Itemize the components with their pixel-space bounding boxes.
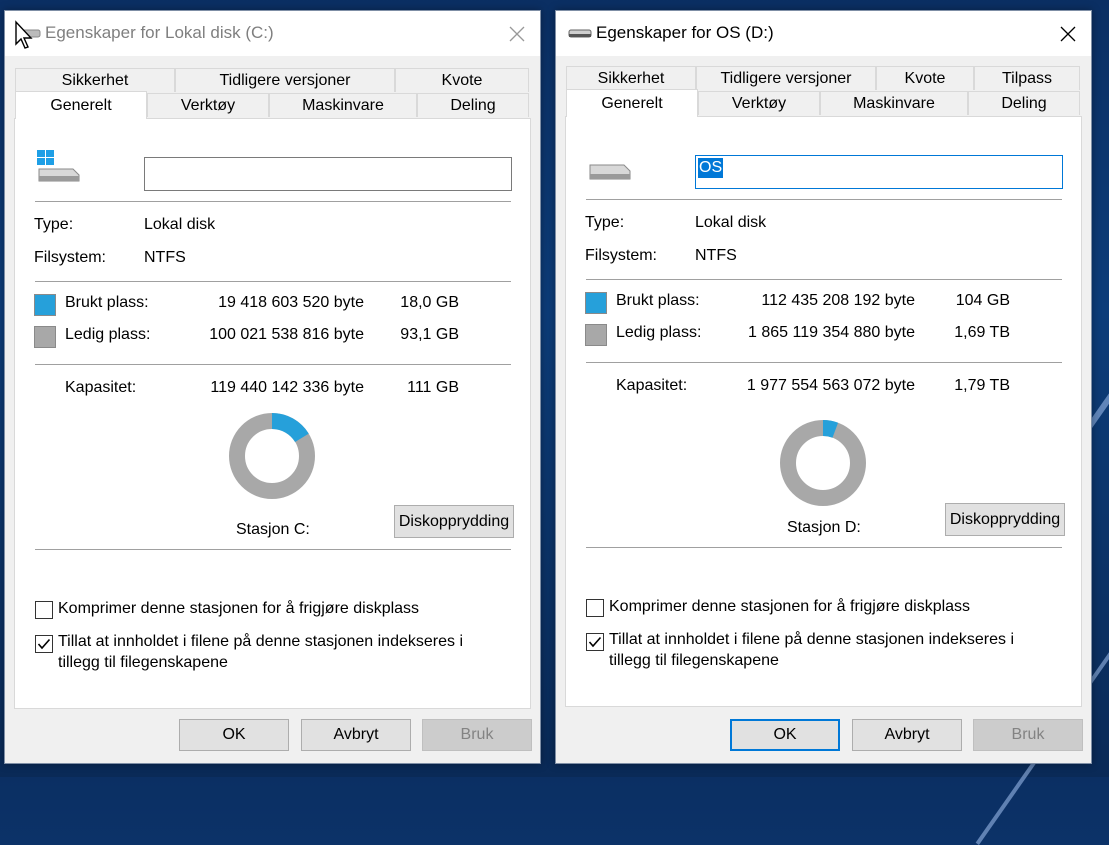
tab-kvote[interactable]: Kvote <box>395 68 529 92</box>
compress-label: Komprimer denne stasjonen for å frigjøre… <box>609 598 971 615</box>
filesystem-value: NTFS <box>144 249 186 266</box>
free-space-bytes: 100 021 538 816 byte <box>209 326 364 343</box>
ok-button[interactable]: OK <box>179 719 289 751</box>
separator <box>35 281 511 282</box>
capacity-bytes: 119 440 142 336 byte <box>210 379 364 396</box>
tab-kvote[interactable]: Kvote <box>876 66 974 90</box>
usage-donut-chart <box>229 413 315 499</box>
drive-icon <box>568 29 592 38</box>
index-label-line1: Tillat at innholdet i filene på denne st… <box>609 631 1014 648</box>
tab-generelt[interactable]: Generelt <box>566 89 698 117</box>
cancel-button[interactable]: Avbryt <box>852 719 962 751</box>
used-space-size: 18,0 GB <box>400 294 459 311</box>
usage-donut-chart <box>780 420 866 506</box>
properties-dialog-c: Egenskaper for Lokal disk (C:) Sikkerhet… <box>4 10 541 764</box>
disk-cleanup-button[interactable]: Diskopprydding <box>394 505 514 538</box>
filesystem-label: Filsystem: <box>34 249 106 266</box>
index-checkbox[interactable] <box>35 635 53 653</box>
tab-generelt[interactable]: Generelt <box>15 91 147 119</box>
type-label: Type: <box>34 216 74 233</box>
capacity-label: Kapasitet: <box>65 379 137 396</box>
used-space-swatch <box>34 294 56 316</box>
tab-maskinvare[interactable]: Maskinvare <box>269 93 417 117</box>
apply-button[interactable]: Bruk <box>422 719 532 751</box>
type-value: Lokal disk <box>144 216 216 233</box>
separator <box>35 549 511 550</box>
checkmark-icon <box>37 638 51 650</box>
free-space-size: 1,69 TB <box>954 324 1010 341</box>
tab-sikkerhet[interactable]: Sikkerhet <box>566 66 696 90</box>
free-space-bytes: 1 865 119 354 880 byte <box>748 324 915 341</box>
drive-letter-label: Stasjon D: <box>787 519 861 536</box>
used-space-bytes: 19 418 603 520 byte <box>218 294 364 311</box>
separator <box>586 362 1062 363</box>
disk-cleanup-button[interactable]: Diskopprydding <box>945 503 1065 536</box>
compress-label: Komprimer denne stasjonen for å frigjøre… <box>58 600 420 617</box>
general-panel: Type: Lokal disk Filsystem: NTFS Brukt p… <box>14 118 531 709</box>
title-bar[interactable]: Egenskaper for OS (D:) <box>556 11 1091 56</box>
tab-maskinvare[interactable]: Maskinvare <box>820 91 968 115</box>
window-title: Egenskaper for OS (D:) <box>596 23 774 42</box>
close-icon <box>509 26 525 41</box>
used-space-swatch <box>585 292 607 314</box>
drive-icon <box>589 164 631 180</box>
drive-name-input[interactable] <box>144 157 512 191</box>
tab-sikkerhet[interactable]: Sikkerhet <box>15 68 175 92</box>
tab-tidligere-versjoner[interactable]: Tidligere versjoner <box>175 68 395 92</box>
index-label-line1: Tillat at innholdet i filene på denne st… <box>58 633 463 650</box>
capacity-label: Kapasitet: <box>616 377 688 394</box>
used-space-label: Brukt plass: <box>616 292 700 309</box>
tab-tidligere-versjoner[interactable]: Tidligere versjoner <box>696 66 876 90</box>
separator <box>35 201 511 202</box>
filesystem-label: Filsystem: <box>585 247 657 264</box>
windows-drive-icon <box>37 150 80 182</box>
general-panel: OS Type: Lokal disk Filsystem: NTFS Bruk… <box>565 116 1082 707</box>
close-button[interactable] <box>1045 11 1091 56</box>
index-checkbox[interactable] <box>586 633 604 651</box>
index-label-line2: tillegg til filegenskapene <box>58 654 228 671</box>
used-space-arc <box>271 413 309 443</box>
compress-checkbox[interactable] <box>586 599 604 617</box>
title-bar[interactable]: Egenskaper for Lokal disk (C:) <box>5 11 540 56</box>
window-title: Egenskaper for Lokal disk (C:) <box>45 23 274 42</box>
capacity-size: 1,79 TB <box>954 377 1010 394</box>
free-space-size: 93,1 GB <box>400 326 459 343</box>
ok-button[interactable]: OK <box>730 719 840 751</box>
mouse-cursor-icon <box>15 20 33 49</box>
free-space-label: Ledig plass: <box>616 324 702 341</box>
properties-dialog-d: Egenskaper for OS (D:) Sikkerhet Tidlige… <box>555 10 1092 764</box>
separator <box>586 547 1062 548</box>
tab-deling[interactable]: Deling <box>968 91 1080 115</box>
tab-verktoy[interactable]: Verktøy <box>698 91 820 115</box>
capacity-bytes: 1 977 554 563 072 byte <box>746 377 915 394</box>
apply-button[interactable]: Bruk <box>973 719 1083 751</box>
cancel-button[interactable]: Avbryt <box>301 719 411 751</box>
tab-deling[interactable]: Deling <box>417 93 529 117</box>
free-space-swatch <box>585 324 607 346</box>
drive-name-input[interactable]: OS <box>695 155 1063 189</box>
type-label: Type: <box>585 214 625 231</box>
used-space-bytes: 112 435 208 192 byte <box>761 292 915 309</box>
separator <box>586 279 1062 280</box>
free-space-label: Ledig plass: <box>65 326 151 343</box>
checkmark-icon <box>588 636 602 648</box>
compress-checkbox[interactable] <box>35 601 53 619</box>
used-space-size: 104 GB <box>955 292 1010 309</box>
tab-verktoy[interactable]: Verktøy <box>147 93 269 117</box>
drive-letter-label: Stasjon C: <box>236 521 310 538</box>
used-space-arc <box>822 420 839 438</box>
selected-name-text: OS <box>698 158 724 178</box>
free-space-ring <box>780 420 866 506</box>
close-button[interactable] <box>494 11 540 56</box>
free-space-swatch <box>34 326 56 348</box>
capacity-size: 111 GB <box>407 379 459 396</box>
close-icon <box>1060 26 1076 41</box>
separator <box>586 199 1062 200</box>
tab-tilpass[interactable]: Tilpass <box>974 66 1080 90</box>
separator <box>35 364 511 365</box>
used-space-label: Brukt plass: <box>65 294 149 311</box>
filesystem-value: NTFS <box>695 247 737 264</box>
index-label-line2: tillegg til filegenskapene <box>609 652 779 669</box>
type-value: Lokal disk <box>695 214 767 231</box>
